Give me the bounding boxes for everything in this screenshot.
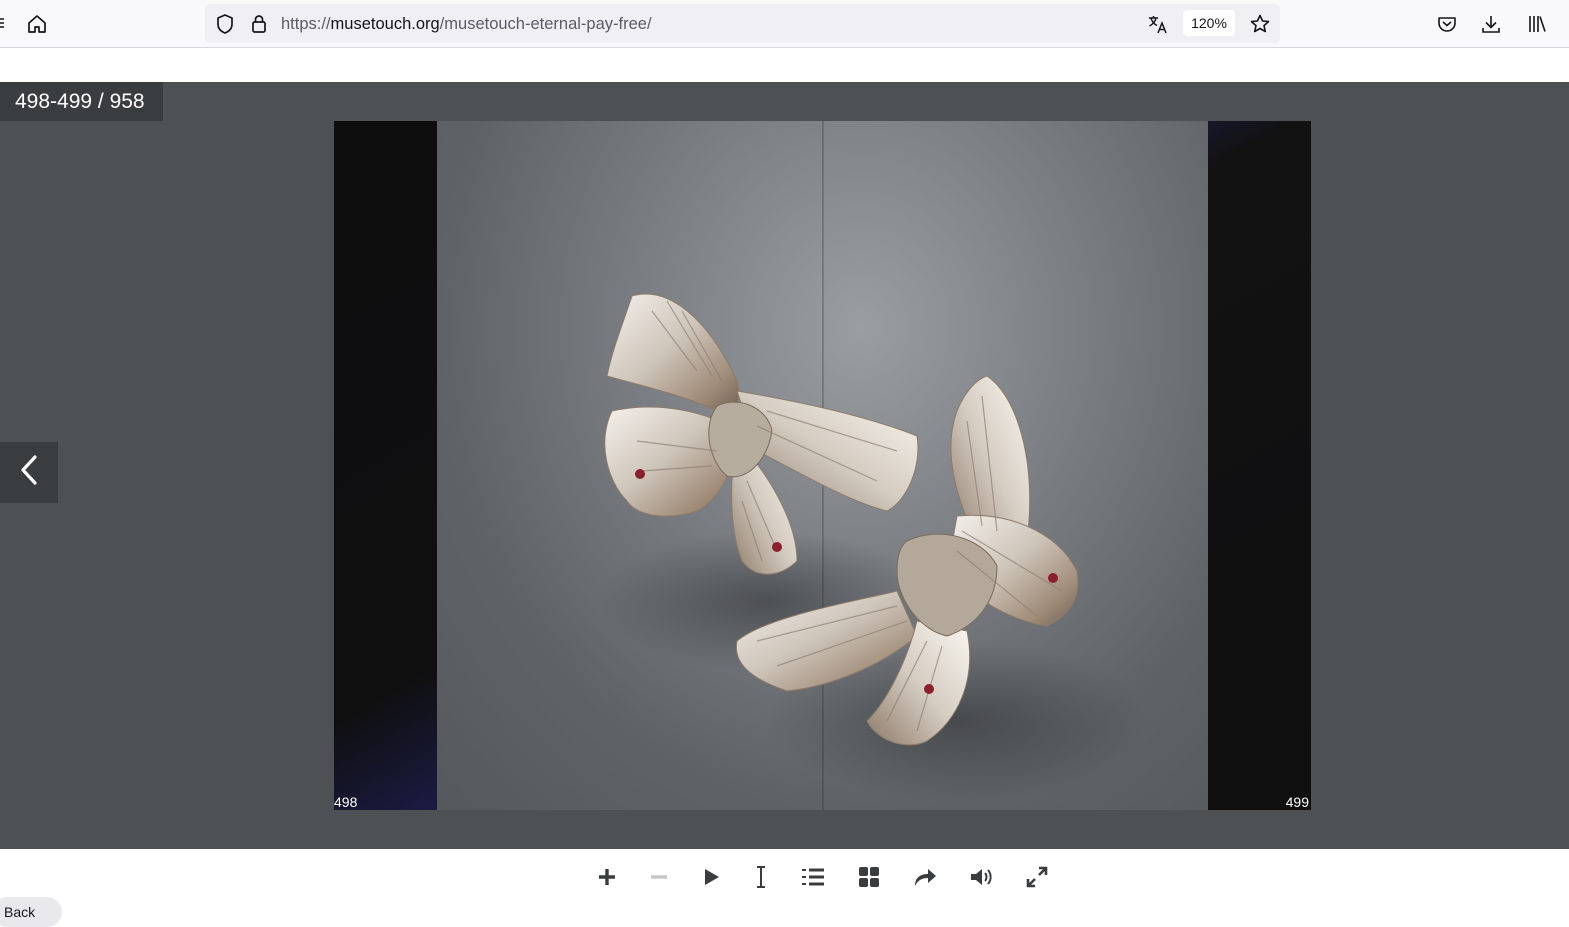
url-domain: musetouch.org: [330, 15, 440, 33]
thumbnails-button[interactable]: [852, 860, 886, 894]
home-icon[interactable]: [24, 11, 50, 37]
fullscreen-icon: [1026, 866, 1048, 888]
text-select-button[interactable]: [744, 860, 778, 894]
text-select-icon: [753, 865, 769, 889]
translate-icon[interactable]: [1145, 11, 1171, 37]
table-of-contents-icon: [801, 866, 825, 888]
url-bar[interactable]: https://musetouch.org/musetouch-eternal-…: [205, 4, 1280, 43]
download-icon[interactable]: [1478, 11, 1504, 37]
share-button[interactable]: [908, 860, 942, 894]
lock-icon[interactable]: [247, 12, 271, 36]
zoom-level-badge[interactable]: 120%: [1183, 10, 1235, 36]
sidebar-edge-icon[interactable]: [0, 14, 6, 34]
thumbnails-icon: [858, 866, 880, 888]
page-counter: 498-499 / 958: [0, 82, 163, 121]
share-icon: [913, 866, 937, 888]
url-path: /musetouch-eternal-pay-free/: [439, 15, 652, 33]
url-text[interactable]: https://musetouch.org/musetouch-eternal-…: [281, 4, 652, 43]
pocket-icon[interactable]: [1434, 11, 1460, 37]
right-page-number: 499: [1285, 794, 1309, 810]
butterfly-brooch-1: [604, 293, 919, 575]
previous-page-button[interactable]: [0, 442, 58, 503]
sound-button[interactable]: [964, 860, 998, 894]
viewer-controls: Back: [0, 849, 1569, 927]
back-pill-button[interactable]: Back: [0, 897, 62, 927]
table-of-contents-button[interactable]: [796, 860, 830, 894]
chevron-left-icon: [18, 454, 40, 491]
star-icon[interactable]: [1247, 11, 1273, 37]
browser-toolbar: https://musetouch.org/musetouch-eternal-…: [0, 0, 1569, 48]
zoom-out-icon: [649, 867, 669, 887]
book-spread[interactable]: 498 499: [334, 121, 1311, 810]
butterfly-brooch-photo: [437, 121, 1208, 810]
flipbook-viewer: 498-499 / 958 498 499: [0, 82, 1569, 849]
library-icon[interactable]: [1524, 11, 1550, 37]
play-button[interactable]: [694, 860, 728, 894]
zoom-in-button[interactable]: [590, 860, 624, 894]
zoom-in-icon: [597, 867, 617, 887]
left-page-number: 498: [334, 794, 358, 810]
play-icon: [701, 867, 721, 887]
url-scheme: https://: [281, 15, 331, 33]
shield-icon[interactable]: [213, 12, 237, 36]
sound-icon: [969, 866, 993, 888]
zoom-out-button[interactable]: [642, 860, 676, 894]
fullscreen-button[interactable]: [1020, 860, 1054, 894]
